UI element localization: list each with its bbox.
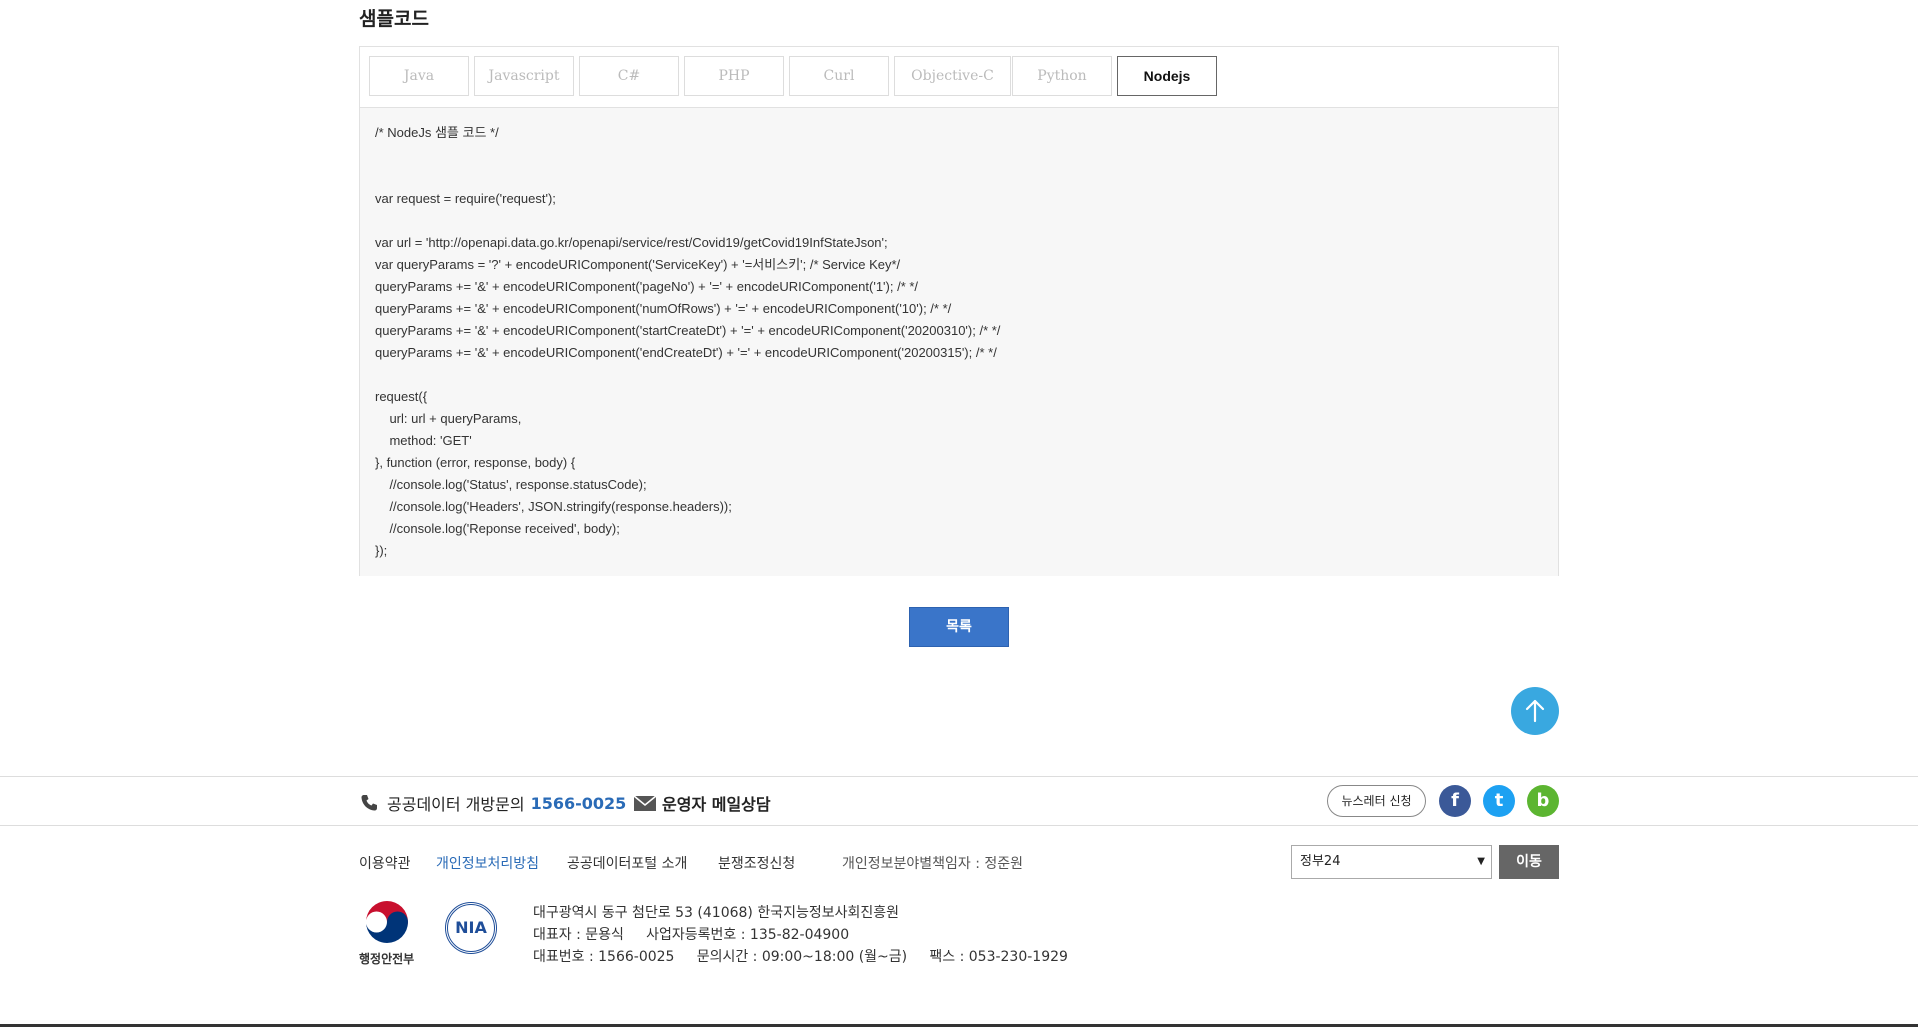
scroll-top-button[interactable]: [1511, 687, 1559, 735]
code-line: //console.log('Headers', JSON.stringify(…: [375, 499, 732, 514]
go-button[interactable]: 이동: [1499, 845, 1559, 879]
tab-javascript[interactable]: Javascript: [474, 56, 574, 96]
email-label: 운영자 메일상담: [662, 795, 771, 814]
code-line: }, function (error, response, body) {: [375, 455, 576, 470]
contact-phone: 공공데이터 개방문의 1566-0025: [359, 791, 626, 815]
footer-link-dispute[interactable]: 분쟁조정신청: [718, 853, 795, 873]
code-line: /* NodeJs 샘플 코드 */: [375, 125, 499, 140]
taegeuk-icon: [366, 901, 408, 943]
representative-line: 대표자 : 문용식 사업자등록번호 : 135-82-04900: [533, 927, 850, 943]
mois-logo-text: 행정안전부: [359, 952, 415, 966]
code-line: request({: [375, 389, 428, 404]
tab-php[interactable]: PHP: [684, 56, 784, 96]
code-line: queryParams += '&' + encodeURIComponent(…: [375, 301, 952, 316]
sample-code-box: Java Javascript C# PHP Curl Objective-C …: [359, 46, 1559, 576]
email-consult[interactable]: 운영자 메일상담: [633, 791, 771, 815]
contact-info-line: 대표번호 : 1566-0025 문의시간 : 09:00~18:00 (월~금…: [533, 949, 1068, 965]
language-tabs: Java Javascript C# PHP Curl Objective-C …: [360, 47, 1558, 108]
tab-nodejs[interactable]: Nodejs: [1117, 56, 1217, 96]
footer-link-terms[interactable]: 이용약관: [359, 853, 411, 873]
chevron-down-icon: ▼: [1477, 856, 1485, 867]
contact-number[interactable]: 1566-0025: [531, 794, 627, 813]
code-line: var url = 'http://openapi.data.go.kr/ope…: [375, 235, 888, 250]
section-title: 샘플코드: [359, 8, 429, 30]
phone-icon: [361, 795, 377, 811]
privacy-officer: 개인정보분야별책임자 : 정준원: [842, 856, 1024, 872]
mois-logo: [363, 898, 411, 946]
twitter-icon[interactable]: t: [1483, 785, 1515, 817]
list-button[interactable]: 목록: [909, 607, 1009, 647]
newsletter-button[interactable]: 뉴스레터 신청: [1327, 785, 1426, 817]
tab-python[interactable]: Python: [1012, 56, 1112, 96]
code-line: //console.log('Status', response.statusC…: [375, 477, 647, 492]
site-select[interactable]: 정부24 ▼: [1291, 845, 1492, 879]
facebook-icon[interactable]: f: [1439, 785, 1471, 817]
mail-icon: [633, 795, 657, 811]
tab-csharp[interactable]: C#: [579, 56, 679, 96]
code-line: method: 'GET': [375, 433, 472, 448]
code-line: var queryParams = '?' + encodeURICompone…: [375, 257, 901, 272]
code-line: //console.log('Reponse received', body);: [375, 521, 620, 536]
band-icon[interactable]: b: [1527, 785, 1559, 817]
code-line: queryParams += '&' + encodeURIComponent(…: [375, 345, 997, 360]
contact-label: 공공데이터 개방문의: [387, 795, 525, 814]
code-line: queryParams += '&' + encodeURIComponent(…: [375, 279, 919, 294]
nia-logo-text: NIA: [455, 918, 487, 937]
footer-contact-bar: 공공데이터 개방문의 1566-0025 운영자 메일상담 뉴스레터 신청 f …: [0, 776, 1918, 826]
site-select-value: 정부24: [1300, 854, 1341, 869]
tab-objective-c[interactable]: Objective-C: [894, 56, 1011, 96]
footer-link-about[interactable]: 공공데이터포털 소개: [567, 853, 687, 873]
tab-curl[interactable]: Curl: [789, 56, 889, 96]
code-line: url: url + queryParams,: [375, 411, 522, 426]
tab-java[interactable]: Java: [369, 56, 469, 96]
code-line: });: [375, 543, 388, 558]
code-line: queryParams += '&' + encodeURIComponent(…: [375, 323, 1001, 338]
address-line: 대구광역시 동구 첨단로 53 (41068) 한국지능정보사회진흥원: [533, 905, 900, 921]
footer-link-privacy[interactable]: 개인정보처리방침: [436, 853, 539, 873]
arrow-up-icon: [1525, 699, 1545, 723]
nia-logo: NIA: [445, 902, 497, 954]
code-line: var request = require('request');: [375, 191, 556, 206]
code-block: /* NodeJs 샘플 코드 */ var request = require(…: [360, 108, 1558, 576]
